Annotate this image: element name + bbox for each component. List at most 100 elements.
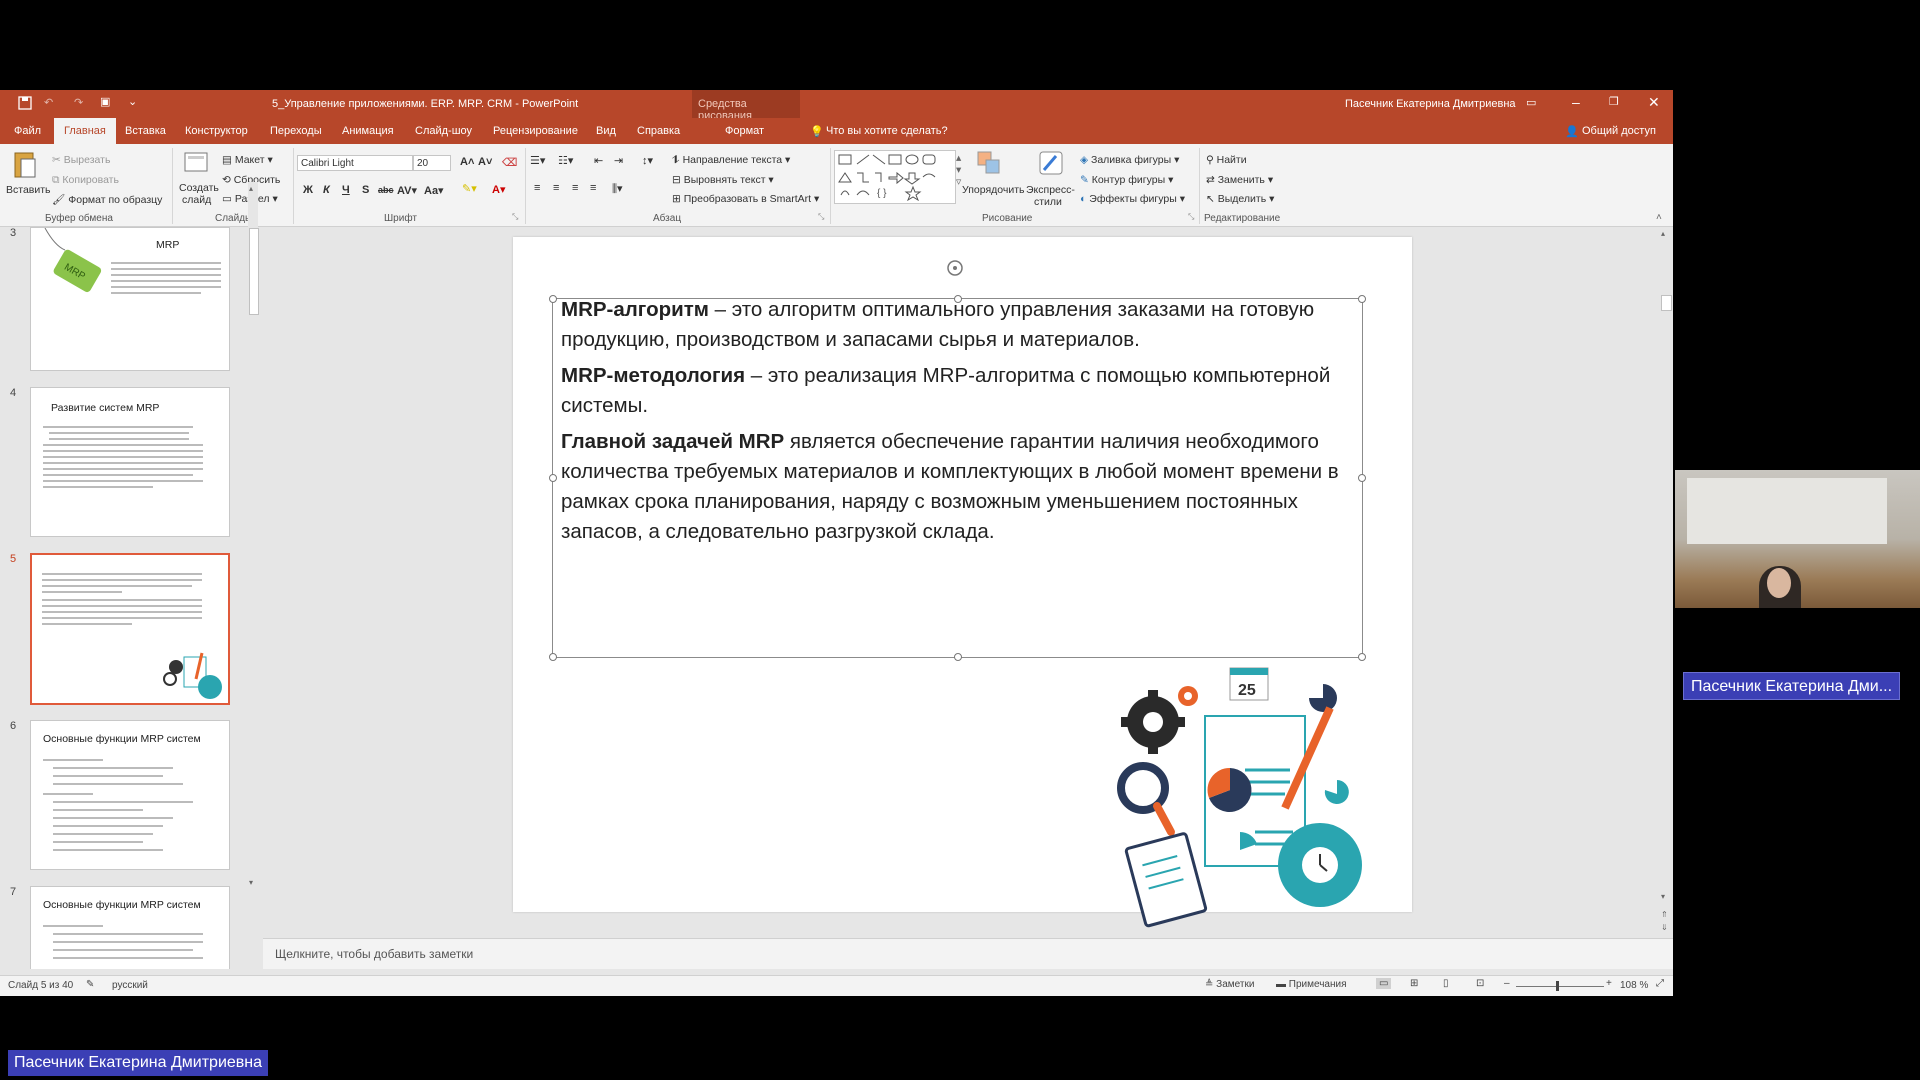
editor-scrollbar[interactable]: ▴ ▾ ⇑ ⇓: [1659, 227, 1673, 937]
quick-styles-icon[interactable]: [1038, 150, 1064, 176]
notes-placeholder[interactable]: Щелкните, чтобы добавить заметки: [275, 947, 473, 961]
resize-handle[interactable]: [1358, 474, 1366, 482]
tab-file[interactable]: Файл: [14, 125, 41, 137]
scrollbar-thumb[interactable]: [1661, 295, 1672, 311]
strikethrough-button[interactable]: abc: [378, 185, 394, 195]
slide-thumbnail-7[interactable]: Основные функции MRP систем: [30, 886, 230, 969]
underline-button[interactable]: Ч: [342, 184, 350, 196]
tab-review[interactable]: Рецензирование: [493, 125, 578, 137]
shadow-button[interactable]: S: [362, 184, 369, 196]
grow-font-icon[interactable]: A˄: [460, 156, 474, 168]
tab-animations[interactable]: Анимация: [342, 125, 394, 137]
align-left-icon[interactable]: ≡: [534, 182, 540, 194]
layout-button[interactable]: ▤ Макет ▾: [222, 154, 273, 166]
start-presentation-icon[interactable]: ▣: [100, 95, 110, 108]
find-button[interactable]: ⚲ Найти: [1206, 154, 1247, 166]
highlight-icon[interactable]: ✎▾: [462, 182, 477, 195]
dialog-launcher-icon[interactable]: ⤡: [512, 212, 518, 222]
font-color-icon[interactable]: A▾: [492, 183, 505, 196]
zoom-out-icon[interactable]: –: [1504, 978, 1510, 989]
notes-pane[interactable]: Щелкните, чтобы добавить заметки: [263, 938, 1673, 969]
resize-handle[interactable]: [1358, 295, 1366, 303]
clear-format-icon[interactable]: ⌫: [502, 156, 518, 169]
scroll-down-icon[interactable]: ▾: [249, 878, 253, 887]
decrease-indent-icon[interactable]: ⇤: [594, 154, 603, 167]
zoom-in-icon[interactable]: +: [1606, 978, 1612, 989]
format-painter-button[interactable]: 🖌 Формат по образцу: [52, 193, 162, 206]
normal-view-icon[interactable]: ▭: [1376, 978, 1392, 989]
columns-icon[interactable]: ⫼▾: [612, 182, 623, 196]
comments-button[interactable]: ▬ Примечания: [1276, 979, 1347, 990]
customize-qat-icon[interactable]: ⌄: [128, 95, 137, 108]
close-icon[interactable]: ✕: [1648, 94, 1660, 111]
minimize-icon[interactable]: –: [1572, 94, 1580, 110]
increase-indent-icon[interactable]: ⇥: [614, 154, 623, 167]
user-name[interactable]: Пасечник Екатерина Дмитриевна: [1345, 98, 1516, 110]
resize-handle[interactable]: [549, 295, 557, 303]
save-icon[interactable]: [18, 96, 32, 113]
paste-button[interactable]: Вставить: [6, 184, 51, 196]
resize-handle[interactable]: [954, 653, 962, 661]
collapse-ribbon-icon[interactable]: ˄: [1656, 212, 1662, 223]
font-name-combo[interactable]: Calibri Light: [297, 155, 413, 171]
change-case-icon[interactable]: Aa▾: [424, 184, 444, 197]
cut-button[interactable]: ✂ Вырезать: [52, 154, 110, 166]
select-button[interactable]: ↖ Выделить ▾: [1206, 193, 1274, 205]
dialog-launcher-icon[interactable]: ⤡: [818, 212, 824, 222]
align-center-icon[interactable]: ≡: [553, 182, 559, 194]
slide-thumbnail-3[interactable]: MRP MRP: [30, 227, 230, 371]
reading-view-icon[interactable]: ▯: [1443, 978, 1449, 989]
quick-styles-button[interactable]: Экспресс-: [1026, 184, 1075, 196]
scroll-down-icon[interactable]: ▾: [1661, 892, 1665, 901]
redo-icon[interactable]: ↷: [74, 96, 83, 109]
bold-button[interactable]: Ж: [303, 184, 313, 196]
shrink-font-icon[interactable]: A˅: [478, 156, 492, 168]
new-slide-button[interactable]: Создать: [179, 182, 219, 194]
numbering-icon[interactable]: ☷▾: [558, 154, 573, 167]
notes-button[interactable]: ≜ Заметки: [1205, 979, 1254, 990]
gallery-scroll-icon[interactable]: ▴ ▾ ▿: [956, 152, 961, 188]
tab-slideshow[interactable]: Слайд-шоу: [415, 125, 472, 137]
paste-icon[interactable]: [12, 150, 38, 178]
tab-format[interactable]: Формат: [725, 125, 764, 137]
tab-home[interactable]: Главная: [54, 118, 116, 144]
slideshow-view-icon[interactable]: ⊡: [1476, 978, 1484, 989]
tab-design[interactable]: Конструктор: [185, 125, 248, 137]
font-size-combo[interactable]: 20: [413, 155, 451, 171]
tell-me-input[interactable]: Что вы хотите сделать?: [826, 125, 948, 137]
copy-button[interactable]: ⧉ Копировать: [52, 174, 119, 187]
align-text-button[interactable]: ⊟ Выровнять текст ▾: [672, 174, 774, 186]
rotate-handle-icon[interactable]: [944, 257, 966, 284]
next-slide-icon[interactable]: ⇓: [1661, 923, 1668, 932]
ribbon-display-icon[interactable]: ▭: [1526, 96, 1536, 109]
shape-effects-button[interactable]: ◐ Эффекты фигуры ▾: [1080, 193, 1185, 205]
justify-icon[interactable]: ≡: [590, 182, 596, 194]
slide-thumbnail-5-selected[interactable]: [30, 553, 230, 705]
tab-transitions[interactable]: Переходы: [270, 125, 322, 137]
align-right-icon[interactable]: ≡: [572, 182, 578, 194]
slide-thumbnail-6[interactable]: Основные функции MRP систем: [30, 720, 230, 870]
fit-slide-icon[interactable]: ⤢: [1656, 978, 1664, 989]
arrange-icon[interactable]: [976, 150, 1002, 176]
shape-outline-button[interactable]: ✎ Контур фигуры ▾: [1080, 174, 1173, 186]
zoom-slider[interactable]: [1516, 986, 1604, 987]
zoom-level[interactable]: 108 %: [1620, 980, 1648, 991]
scroll-up-icon[interactable]: ▴: [1661, 229, 1665, 238]
slide-sorter-icon[interactable]: ⊞: [1410, 978, 1418, 989]
language-indicator[interactable]: русский: [112, 980, 148, 991]
spelling-icon[interactable]: ✎: [86, 979, 94, 990]
scrollbar-thumb[interactable]: [249, 228, 259, 315]
char-spacing-icon[interactable]: AV▾: [397, 184, 417, 197]
shape-fill-button[interactable]: ◈ Заливка фигуры ▾: [1080, 154, 1179, 166]
arrange-button[interactable]: Упорядочить: [962, 184, 1024, 196]
new-slide-icon[interactable]: [183, 150, 209, 176]
previous-slide-icon[interactable]: ⇑: [1661, 910, 1668, 919]
restore-icon[interactable]: ❐: [1609, 95, 1619, 108]
italic-button[interactable]: К: [323, 184, 330, 196]
resize-handle[interactable]: [549, 653, 557, 661]
text-direction-button[interactable]: ⥮ Направление текста ▾: [672, 154, 790, 167]
undo-icon[interactable]: ↶: [44, 96, 53, 109]
tab-insert[interactable]: Вставка: [125, 125, 166, 137]
replace-button[interactable]: ⇄ Заменить ▾: [1206, 174, 1273, 186]
scroll-up-icon[interactable]: ▴: [249, 184, 253, 193]
